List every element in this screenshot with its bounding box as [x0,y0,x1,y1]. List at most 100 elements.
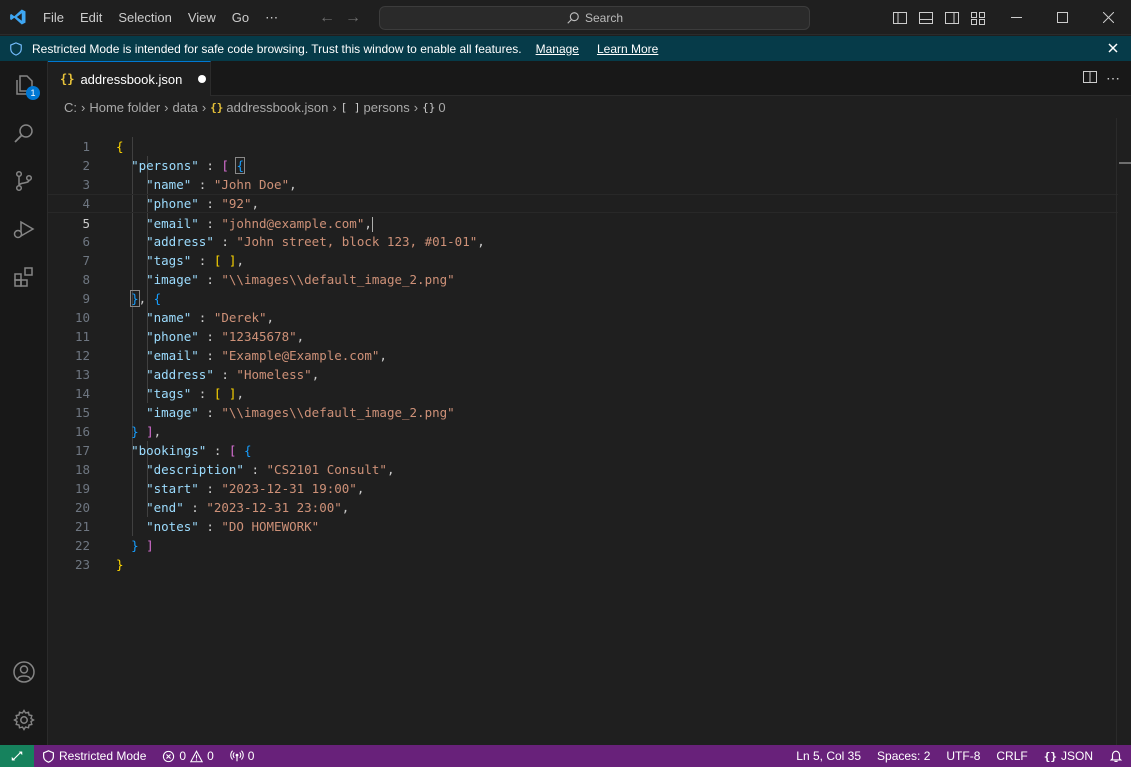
code-line: 22 } ] [74,538,154,553]
language-label: JSON [1060,749,1093,763]
title-bar: File Edit Selection View Go ⋯ ← → Search [0,0,1131,35]
array-icon: [ ] [340,100,361,114]
code-line-current: 5 "email" : "johnd@example.com", [48,194,1118,232]
code-line: 3 "name" : "John Doe", [82,177,297,192]
code-line: 14 "tags" : [ ], [74,386,244,401]
code-line: 1{ [82,139,124,154]
back-arrow-icon[interactable]: ← [318,9,336,27]
menu-file[interactable]: File [35,0,72,35]
object-icon: {} [422,100,436,114]
breadcrumb-index-0[interactable]: 0 [438,100,445,115]
command-center-search[interactable]: Search [379,6,810,30]
scrollbar-track[interactable] [1116,118,1117,745]
chevron-right-icon: › [164,99,169,115]
code-line: 10 "name" : "Derek", [74,310,275,325]
code-editor[interactable]: 1{ 2 "persons" : [ { 3 "name" : "John Do… [48,118,1131,745]
shield-icon [43,749,54,763]
encoding-status[interactable]: UTF-8 [938,745,988,767]
maximize-icon[interactable] [1039,0,1085,35]
status-bar: Restricted Mode 0 0 0 Ln 5, Col 35 Space… [0,745,1131,767]
unsaved-dot-icon[interactable] [198,75,207,83]
explorer-badge: 1 [26,86,40,100]
accounts-icon[interactable] [0,648,48,696]
scrollbar-cursor-marker [1119,162,1131,164]
restricted-mode-label: Restricted Mode [59,749,147,763]
activity-bar: 1 [0,61,48,745]
language-mode[interactable]: {} JSON [1036,745,1101,767]
close-banner-icon[interactable] [1105,40,1121,56]
toggle-primary-sidebar-icon[interactable] [890,8,910,28]
more-actions-icon[interactable]: ⋯ [1106,70,1121,87]
breadcrumb-home-folder[interactable]: Home folder [89,100,160,115]
split-editor-icon[interactable] [1082,69,1098,88]
search-sidebar-icon[interactable] [0,109,48,157]
breadcrumb-data[interactable]: data [173,100,198,115]
code-line: 13 "address" : "Homeless", [74,367,320,382]
json-file-icon: {} [60,72,75,86]
code-line: 12 "email" : "Example@Example.com", [74,348,387,363]
banner-message: Restricted Mode is intended for safe cod… [32,41,522,56]
code-line: 19 "start" : "2023-12-31 19:00", [74,481,365,496]
chevron-right-icon: › [201,99,207,115]
manage-link[interactable]: Manage [536,42,579,56]
shield-icon [0,41,32,56]
broadcast-icon [230,750,244,762]
code-line: 23} [74,557,124,572]
json-language-icon: {} [1043,749,1057,763]
code-line: 9 }, { [82,290,162,307]
customize-layout-icon[interactable] [968,8,988,28]
toggle-panel-icon[interactable] [916,8,936,28]
menu-more[interactable]: ⋯ [257,0,286,35]
search-label: Search [584,11,624,25]
menu-go[interactable]: Go [224,0,257,35]
code-line: 17 "bookings" : [ { [74,443,252,458]
code-line: 4 "phone" : "92", [82,196,260,211]
forward-arrow-icon[interactable]: → [344,9,362,27]
warning-count: 0 [207,749,214,763]
search-icon [567,12,579,24]
breadcrumb-persons[interactable]: persons [364,100,410,115]
menu-selection[interactable]: Selection [110,0,179,35]
extensions-icon[interactable] [0,253,48,301]
problems-status[interactable]: 0 0 [154,745,221,767]
run-debug-icon[interactable] [0,205,48,253]
code-line: 6 "address" : "John street, block 123, #… [82,234,485,249]
menu-bar: File Edit Selection View Go ⋯ [35,0,286,35]
breadcrumb-drive[interactable]: C: [64,100,77,115]
remote-indicator-icon[interactable] [0,745,34,767]
chevron-right-icon: › [332,99,337,115]
eol-status[interactable]: CRLF [988,745,1035,767]
menu-view[interactable]: View [180,0,224,35]
restricted-mode-banner: Restricted Mode is intended for safe cod… [0,36,1131,61]
error-count: 0 [179,749,187,763]
explorer-icon[interactable]: 1 [0,61,48,109]
ports-status[interactable]: 0 [222,745,263,767]
source-control-icon[interactable] [0,157,48,205]
notifications-bell-icon[interactable] [1101,745,1131,767]
code-line: 7 "tags" : [ ], [82,253,244,268]
code-line: 18 "description" : "CS2101 Consult", [74,462,395,477]
breadcrumb: C: › Home folder › data › {} addressbook… [48,96,1131,118]
vscode-logo-icon [0,0,35,35]
minimize-icon[interactable] [993,0,1039,35]
manage-gear-icon[interactable] [0,696,48,744]
editor-tabs: {} addressbook.json ⋯ [48,61,1131,96]
breadcrumb-file[interactable]: addressbook.json [226,100,328,115]
restricted-mode-status[interactable]: Restricted Mode [34,745,154,767]
chevron-right-icon: › [81,99,86,115]
menu-edit[interactable]: Edit [72,0,110,35]
tab-addressbook[interactable]: {} addressbook.json [48,61,211,96]
code-line: 8 "image" : "\\images\\default_image_2.p… [82,272,455,287]
code-line: 20 "end" : "2023-12-31 23:00", [74,500,350,515]
close-window-icon[interactable] [1085,0,1131,35]
code-line: 2 "persons" : [ { [82,157,245,174]
tab-label: addressbook.json [80,71,183,87]
code-line: 16 } ], [74,424,162,439]
json-file-icon: {} [210,100,224,114]
toggle-secondary-sidebar-icon[interactable] [942,8,962,28]
learn-more-link[interactable]: Learn More [597,42,658,56]
indentation-status[interactable]: Spaces: 2 [869,745,938,767]
error-icon [163,750,175,762]
warning-icon [190,749,204,762]
cursor-position[interactable]: Ln 5, Col 35 [788,745,869,767]
